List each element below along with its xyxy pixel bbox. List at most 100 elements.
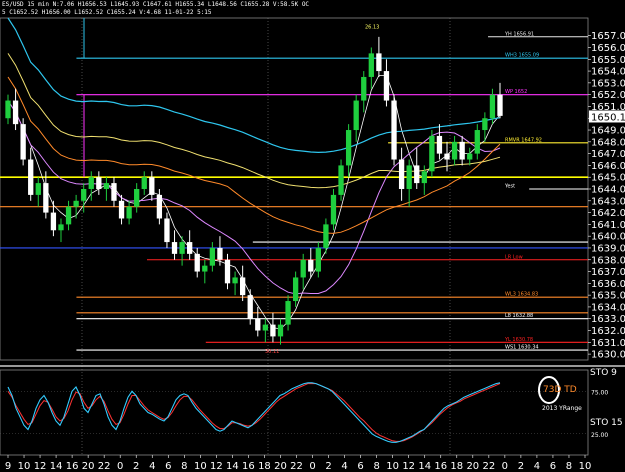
price-tick-label-24: 1633.00 [591, 314, 625, 325]
price-tick-label-10: 1647.00 [591, 149, 625, 160]
price-tick-label-16: 1641.00 [591, 220, 625, 231]
time-tick-label-20: 2 [325, 461, 331, 472]
candle-body-43 [330, 194, 337, 225]
header-line-2: 5 C1652.52 H1656.00 L1652.52 C1655.24 V:… [2, 9, 212, 16]
sto-tick-label-0: 25.00 [591, 432, 608, 439]
time-tick-label-7: 0 [117, 461, 123, 472]
candle-body-33 [255, 318, 261, 331]
candle-body-28 [217, 247, 223, 260]
time-tick-label-0: 9 [5, 461, 11, 472]
price-level-label-1: WH3 1655.09 [505, 53, 539, 59]
time-tick-label-15: 16 [242, 461, 255, 472]
candle-body-39 [300, 259, 306, 278]
candle-body-50 [383, 71, 390, 101]
time-tick-label-12: 10 [194, 461, 207, 472]
price-tick-label-26: 1631.00 [591, 338, 625, 349]
time-tick-label-26: 14 [418, 461, 431, 472]
sto-panel-title-2: STO 15 [590, 418, 623, 428]
candle-body-8 [65, 206, 72, 225]
swing-high-annotation: 26.13 [365, 25, 379, 31]
time-tick-label-3: 14 [50, 461, 63, 472]
price-tick-label-17: 1640.00 [591, 232, 625, 243]
candle-body-26 [202, 265, 208, 272]
candle-body-61 [467, 153, 473, 160]
candle-body-19 [149, 177, 155, 195]
time-tick-label-32: 2 [518, 461, 524, 472]
candle-body-3 [28, 159, 34, 195]
price-level-label-12: L8 1632.88 [505, 313, 533, 319]
price-level-label-0: YH 1656.91 [504, 31, 534, 37]
candle-body-44 [338, 165, 344, 195]
candle-body-38 [292, 277, 299, 302]
price-tick-label-1: 1656.00 [591, 43, 625, 54]
candle-body-63 [482, 118, 488, 131]
candle-body-53 [406, 165, 412, 189]
time-tick-label-35: 8 [566, 461, 572, 472]
candle-body-18 [141, 177, 147, 189]
candle-body-5 [43, 183, 49, 213]
price-tick-label-18: 1639.00 [591, 243, 625, 254]
chart-canvas: YH 1656.91 WH3 1655.09 WP 1652 RMVR 1647.92… [0, 0, 625, 472]
candle-body-27 [209, 247, 216, 266]
candle-body-45 [345, 130, 352, 166]
time-tick-label-34: 6 [550, 461, 556, 472]
candle-body-0 [5, 100, 11, 119]
price-level-label-13: YL 1630.78 [504, 337, 533, 343]
candle-body-65 [497, 94, 503, 116]
price-tick-label-3: 1654.00 [591, 67, 625, 78]
time-tick-label-1: 10 [18, 461, 31, 472]
price-tick-label-0: 1657.00 [591, 31, 625, 42]
candle-body-59 [451, 141, 458, 160]
candle-body-52 [398, 159, 405, 189]
time-tick-label-19: 0 [309, 461, 315, 472]
price-level-label-9: LR Low [505, 254, 523, 260]
candle-body-36 [277, 324, 284, 337]
price-tick-label-5: 1652.00 [591, 90, 625, 101]
candle-body-11 [88, 177, 94, 189]
sto-tick-label-1: 75.00 [591, 389, 608, 396]
price-tick-label-8: 1649.00 [591, 126, 625, 137]
header-line-1: ES/USD 15 min N:7.06 H1656.53 L1645.93 C… [2, 1, 309, 8]
candle-body-1 [12, 100, 19, 125]
candle-body-64 [489, 94, 496, 119]
price-level-label-14: WS1 1630.34 [505, 345, 539, 351]
price-tick-label-12: 1645.00 [591, 173, 625, 184]
time-tick-label-9: 4 [149, 461, 155, 472]
time-tick-label-18: 22 [290, 461, 303, 472]
price-tick-label-15: 1642.00 [591, 208, 625, 219]
price-tick-label-14: 1643.00 [591, 196, 625, 207]
price-level-label-2: WP 1652 [505, 89, 527, 95]
price-tick-label-25: 1632.00 [591, 326, 625, 337]
candle-body-7 [58, 224, 64, 231]
price-level-label-5: Yest [504, 184, 515, 190]
time-tick-label-6: 22 [98, 461, 111, 472]
candle-body-41 [315, 247, 321, 272]
price-tick-label-9: 1648.00 [591, 137, 625, 148]
time-tick-label-11: 8 [181, 461, 187, 472]
candle-body-6 [50, 212, 57, 231]
time-tick-label-8: 2 [133, 461, 139, 472]
time-tick-label-2: 12 [34, 461, 47, 472]
candle-body-35 [270, 324, 276, 337]
candle-body-21 [164, 218, 170, 243]
candle-body-49 [376, 53, 382, 72]
time-tick-label-29: 20 [466, 461, 479, 472]
candle-body-14 [111, 183, 117, 201]
candle-body-42 [323, 224, 329, 248]
candle-body-31 [239, 277, 246, 296]
candle-body-62 [474, 130, 480, 154]
candle-body-29 [224, 259, 231, 284]
candle-body-13 [103, 183, 110, 189]
candle-body-60 [459, 141, 465, 160]
price-tick-label-21: 1636.00 [591, 279, 625, 290]
candle-body-40 [308, 259, 314, 272]
candle-body-20 [156, 194, 163, 219]
current-price-label: 1650.15 [591, 112, 625, 123]
price-tick-label-13: 1644.00 [591, 185, 625, 196]
candle-body-12 [96, 177, 102, 189]
candle-body-2 [20, 124, 26, 160]
swing-low-annotation: 30.11 [265, 349, 279, 355]
price-axis: 1657.001656.001655.001654.001653.001652.… [588, 31, 625, 361]
time-tick-label-33: 4 [534, 461, 540, 472]
candle-body-24 [187, 242, 193, 254]
